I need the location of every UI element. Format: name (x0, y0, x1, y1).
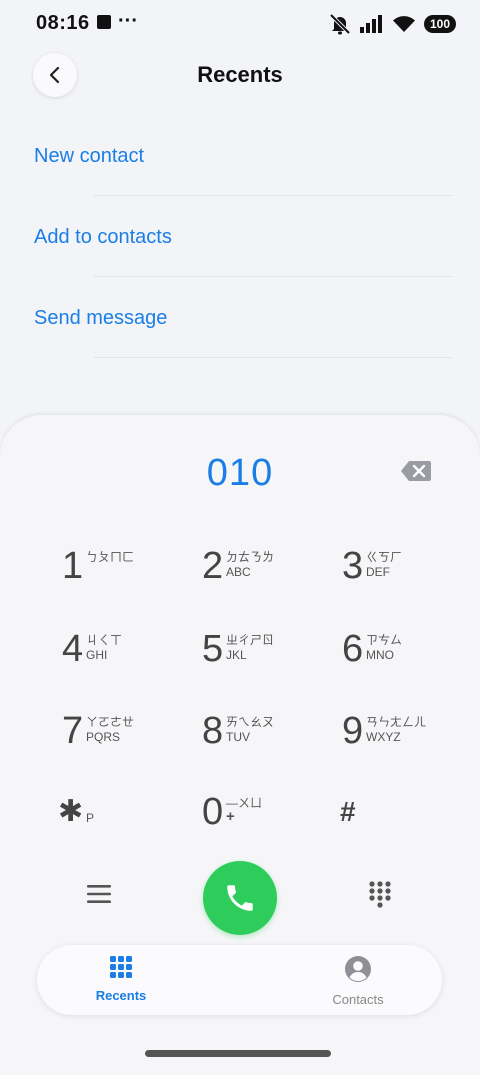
backspace-icon (401, 461, 431, 481)
tab-contacts[interactable]: Contacts (298, 955, 418, 1007)
contact-person-icon (345, 956, 371, 982)
backspace-button[interactable] (400, 460, 432, 487)
key-zhuyin: ㄞㄟㄠㄡ (226, 715, 275, 729)
bottom-navigation: Recents Contacts (37, 945, 442, 1015)
key-digit: 5 (202, 628, 224, 670)
key-letters: P (86, 811, 95, 825)
divider (94, 357, 452, 358)
key-zhuyin: ㄐㄑㄒ (86, 633, 123, 647)
key-digit: 2 (202, 545, 224, 587)
key-zhuyin: ㄉㄊㄋㄌ (226, 550, 275, 564)
menu-icon (87, 885, 111, 903)
add-to-contacts-action[interactable]: Add to contacts (34, 226, 172, 249)
key-zhuyin: ㄢㄣㄤㄥㄦ (366, 715, 427, 729)
key-letters: ABC (226, 565, 251, 579)
status-icons: 100 (328, 12, 456, 36)
status-bar: 08:16 ··· 100 (0, 0, 480, 48)
key-digit: 9 (342, 710, 364, 752)
bell-muted-icon (329, 13, 351, 35)
send-message-action[interactable]: Send message (34, 307, 167, 330)
key-letters: DEF (366, 565, 390, 579)
key-digit: 4 (62, 628, 84, 670)
page-title: Recents (197, 62, 283, 87)
battery-indicator: 100 (424, 15, 456, 33)
key-letters: JKL (226, 648, 247, 662)
dialpad-grid-icon (110, 956, 132, 978)
key-zhuyin: ㄗㄘㄙ (366, 633, 403, 647)
key-digit: 7 (62, 710, 84, 752)
key-zhuyin: ㄅㄆㄇㄈ (86, 550, 135, 564)
key-digit: 0 (202, 791, 224, 833)
tab-recents-label: Recents (95, 988, 147, 1003)
signal-icon (360, 15, 382, 33)
key-digit: 3 (342, 545, 364, 587)
key-3[interactable]: 3 ㄍㄎㄏ DEF (342, 544, 462, 604)
wifi-icon (393, 16, 415, 32)
dialpad-toggle-button[interactable] (368, 880, 392, 915)
more-notifications-icon: ··· (118, 10, 138, 32)
key-zhuyin: ㄓㄔㄕㄖ (226, 633, 275, 647)
key-8[interactable]: 8 ㄞㄟㄠㄡ TUV (202, 709, 322, 769)
key-letters: WXYZ (366, 730, 401, 744)
key-zhuyin: ㄍㄎㄏ (366, 550, 403, 564)
notification-square-icon (97, 15, 111, 29)
tab-contacts-label: Contacts (332, 992, 384, 1007)
divider (94, 276, 452, 277)
key-4[interactable]: 4 ㄐㄑㄒ GHI (62, 627, 182, 687)
key-letters: TUV (226, 730, 250, 744)
key-letters: MNO (366, 648, 394, 662)
key-digit: 1 (62, 545, 84, 587)
key-5[interactable]: 5 ㄓㄔㄕㄖ JKL (202, 627, 322, 687)
key-letters: GHI (86, 648, 108, 662)
key-digit: # (340, 796, 356, 827)
dialpad-icon (369, 881, 391, 908)
key-9[interactable]: 9 ㄢㄣㄤㄥㄦ WXYZ (342, 709, 462, 769)
divider (94, 195, 452, 196)
key-2[interactable]: 2 ㄉㄊㄋㄌ ABC (202, 544, 322, 604)
call-button[interactable] (203, 861, 277, 935)
key-digit: 8 (202, 710, 224, 752)
tab-recents[interactable]: Recents (61, 955, 181, 1003)
key-7[interactable]: 7 ㄚㄛㄜㄝ PQRS (62, 709, 182, 769)
key-0[interactable]: 0 —ㄨㄩ + (202, 790, 322, 850)
key-letters: + (226, 808, 235, 825)
menu-button[interactable] (87, 884, 111, 909)
key-1[interactable]: 1 ㄅㄆㄇㄈ (62, 544, 182, 604)
phone-icon (227, 885, 253, 911)
home-indicator[interactable] (145, 1050, 331, 1057)
new-contact-action[interactable]: New contact (34, 145, 144, 168)
key-star[interactable]: ✱ P (58, 790, 178, 850)
key-6[interactable]: 6 ㄗㄘㄙ MNO (342, 627, 462, 687)
key-zhuyin: ㄚㄛㄜㄝ (86, 715, 135, 729)
status-time: 08:16 (36, 12, 90, 34)
key-digit: 6 (342, 628, 364, 670)
key-digit: ✱ (58, 795, 84, 828)
key-hash[interactable]: # (340, 790, 460, 850)
key-letters: PQRS (86, 730, 121, 744)
